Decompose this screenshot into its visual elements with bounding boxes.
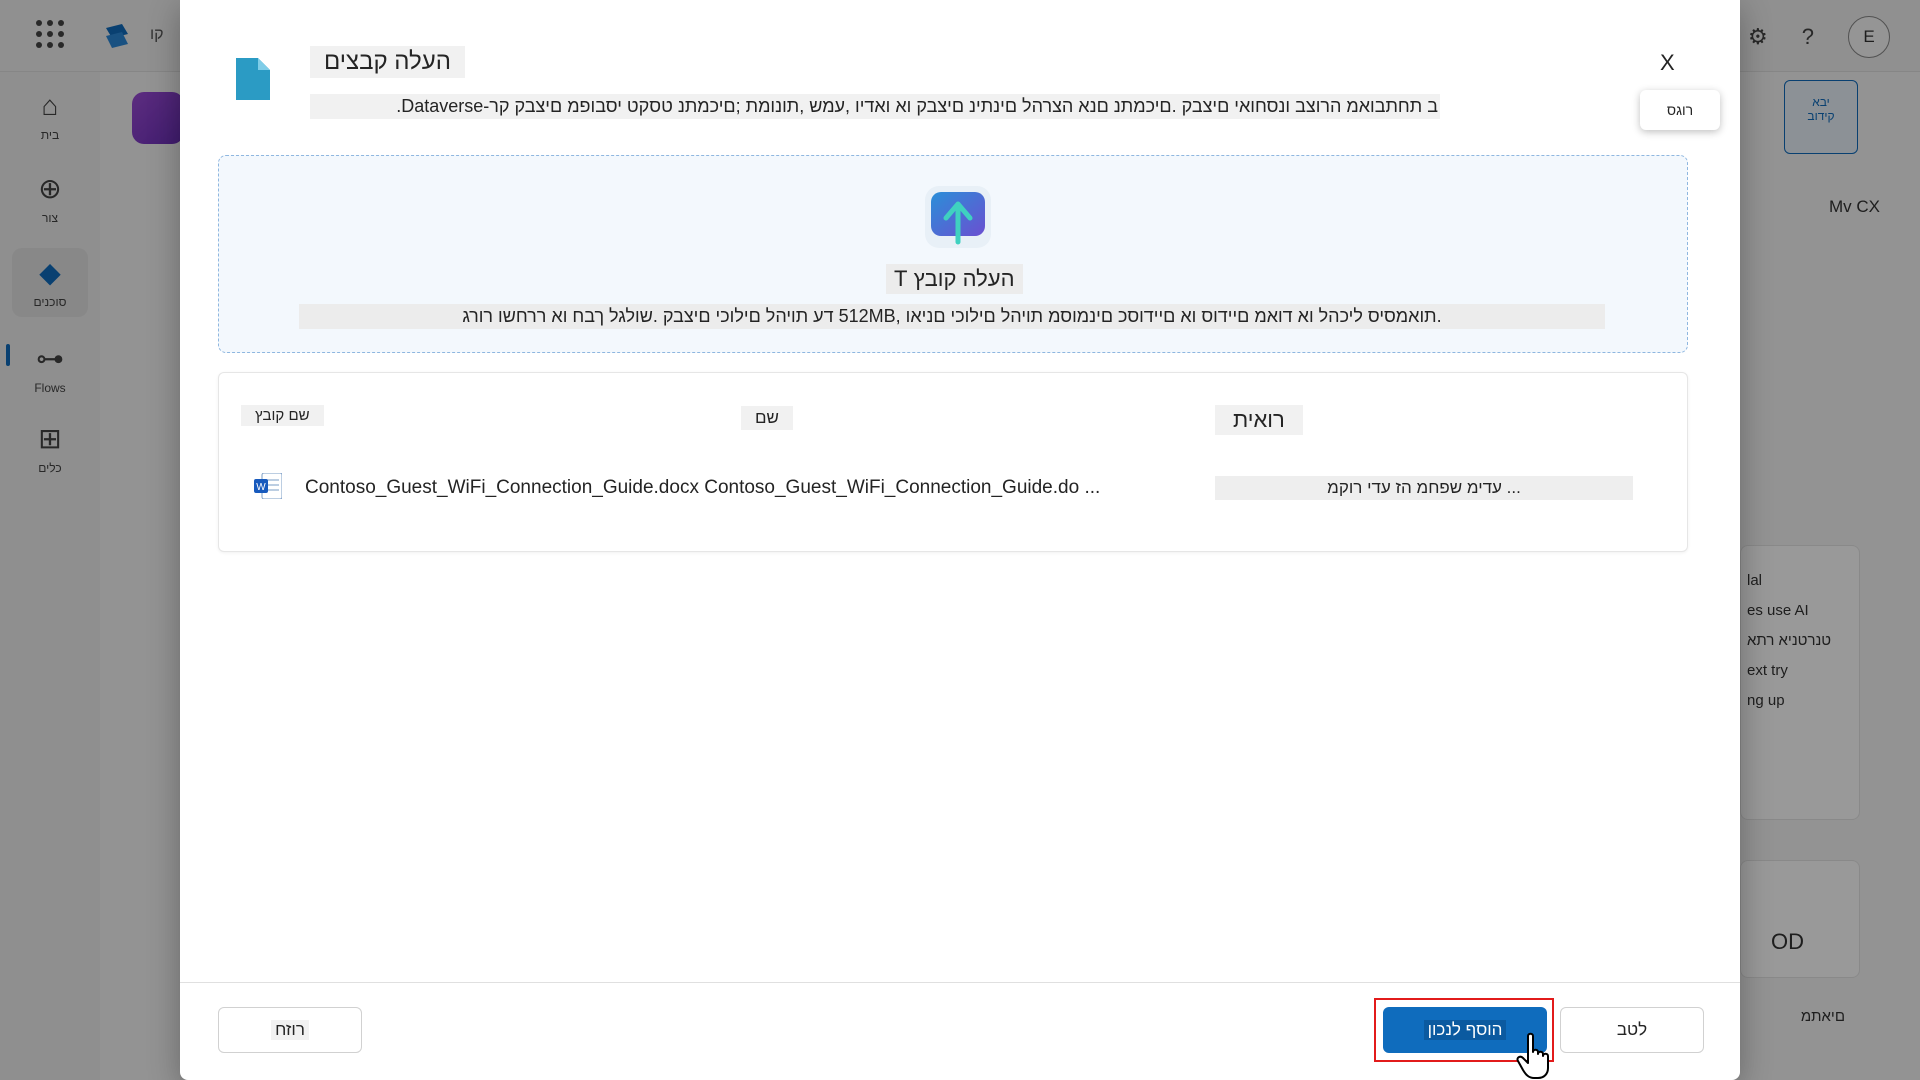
upload-files-dialog: העלה קבצים ב תחתבואמ הרוצב ונסחואי םיצבק…: [180, 0, 1740, 1080]
file-name: Contoso_Guest_WiFi_Connection_Guide.docx…: [305, 477, 1101, 498]
upload-arrow-icon: [925, 186, 991, 248]
close-button[interactable]: X: [1660, 50, 1675, 76]
back-button[interactable]: רוזח: [218, 1007, 362, 1053]
svg-text:W: W: [256, 482, 266, 493]
cancel-button-label: לטב: [1616, 1020, 1648, 1039]
file-table: שם קובץ שם רואית W Contoso_Guest_WiFi_Co…: [218, 372, 1688, 552]
dialog-title: העלה קבצים: [310, 46, 465, 78]
document-icon: [236, 58, 270, 100]
add-button-label: הוסף לנכון: [1423, 1020, 1507, 1040]
column-header-status: רואית: [1215, 405, 1303, 435]
dialog-description: ב תחתבואמ הרוצב ונסחואי םיצבק .םיכמתנ םנ…: [310, 94, 1440, 119]
hand-cursor-icon: [1516, 1032, 1549, 1079]
cancel-button[interactable]: לטב: [1560, 1007, 1704, 1053]
column-header-file-name: שם קובץ: [241, 405, 324, 426]
file-status: ... עדימ שפחמ הז עדי רוקמ: [1215, 476, 1633, 500]
close-tooltip: רוגס: [1640, 90, 1720, 130]
footer-divider: [180, 982, 1740, 983]
dropzone-subtitle: .תואמסיס ליכהל וא דואמ םיידוס וא םיידוסכ…: [299, 304, 1605, 329]
word-icon: W: [254, 473, 282, 499]
dropzone-title: העלה קובץ T: [886, 264, 1023, 294]
back-button-label: רוזח: [271, 1020, 309, 1040]
column-header-name: שם: [741, 406, 793, 430]
